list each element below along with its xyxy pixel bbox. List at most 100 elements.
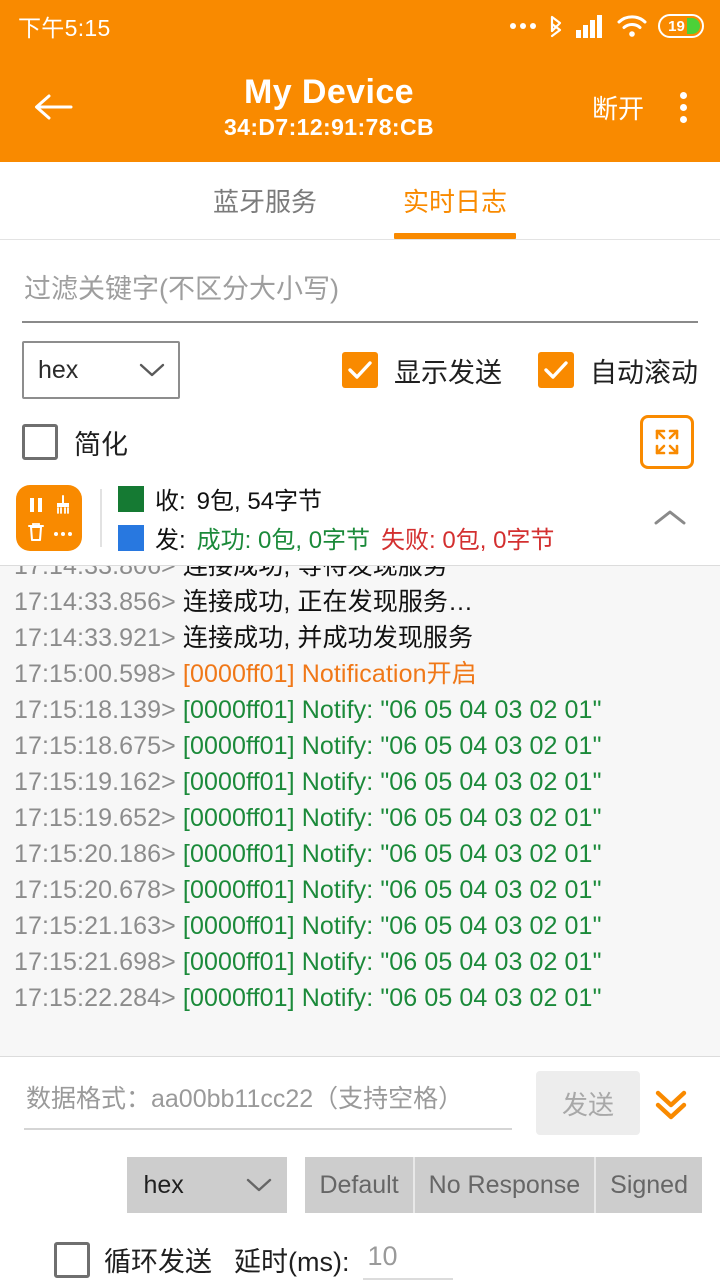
log-line: 17:15:20.186> [0000ff01] Notify: "06 05 … (14, 836, 720, 872)
tab-realtime-log[interactable]: 实时日志 (360, 162, 550, 239)
log-message: [0000ff01] Notify: "06 05 04 03 02 01" (176, 912, 602, 940)
log-message: [0000ff01] Notify: "06 05 04 03 02 01" (176, 732, 602, 760)
chevron-down-icon (245, 1176, 273, 1194)
disconnect-button[interactable]: 断开 (592, 89, 644, 126)
overflow-menu-button[interactable] (668, 84, 698, 130)
log-timestamp: 17:15:21.698> (14, 948, 176, 976)
log-timestamp: 17:15:20.678> (14, 876, 176, 904)
loop-send-checkbox[interactable] (54, 1242, 90, 1278)
send-button[interactable]: 发送 (536, 1071, 640, 1135)
log-message: [0000ff01] Notify: "06 05 04 03 02 01" (176, 840, 602, 868)
loop-send-label: 循环发送 (104, 1240, 212, 1279)
chevron-up-icon (650, 506, 690, 530)
delay-input[interactable] (363, 1239, 453, 1280)
write-type-default[interactable]: Default (305, 1157, 414, 1213)
fullscreen-expand-icon (650, 425, 684, 459)
write-type-segmented-control: Default No Response Signed (305, 1157, 702, 1213)
send-section: 发送 hex Default No Response Signed (0, 1056, 720, 1280)
fullscreen-button[interactable] (640, 415, 694, 469)
checkbox-checked-icon (538, 352, 574, 388)
checkbox-unchecked-icon (22, 424, 58, 460)
write-format-select[interactable]: hex (127, 1157, 287, 1213)
log-message: [0000ff01] Notification开启 (176, 660, 477, 688)
send-data-input[interactable] (24, 1077, 512, 1130)
log-message: [0000ff01] Notify: "06 05 04 03 02 01" (176, 876, 602, 904)
write-type-no-response[interactable]: No Response (415, 1157, 596, 1213)
log-line: 17:15:21.698> [0000ff01] Notify: "06 05 … (14, 944, 720, 980)
tab-bluetooth-services[interactable]: 蓝牙服务 (170, 162, 360, 239)
write-type-signed[interactable]: Signed (596, 1157, 702, 1213)
tx-fail-value: 失败: 0包, 0字节 (381, 520, 554, 555)
rx-value: 9包, 54字节 (197, 481, 322, 516)
trash-icon (25, 521, 47, 543)
log-line: 17:14:33.856> 连接成功, 正在发现服务… (14, 584, 720, 620)
auto-scroll-label: 自动滚动 (590, 351, 698, 390)
expand-send-options-button[interactable] (640, 1081, 702, 1125)
log-format-select[interactable]: hex (22, 341, 180, 399)
controls-row-2: 简化 (0, 399, 720, 469)
log-line: 17:15:00.598> [0000ff01] Notification开启 (14, 656, 720, 692)
stats-collapse-button[interactable] (642, 506, 698, 530)
battery-level: 19 (668, 18, 685, 35)
log-message: [0000ff01] Notify: "06 05 04 03 02 01" (176, 696, 602, 724)
more-dots-icon (510, 23, 536, 29)
log-timestamp: 17:15:21.163> (14, 912, 176, 940)
filter-input[interactable] (22, 268, 698, 323)
log-line-clipped: 17:14:33.806> 连接成功, 等待发现服务 (14, 565, 720, 584)
log-line: 17:15:18.675> [0000ff01] Notify: "06 05 … (14, 728, 720, 764)
controls-row-1: hex 显示发送 自动滚动 (0, 323, 720, 399)
filter-section (0, 240, 720, 323)
simplify-checkbox[interactable]: 简化 (22, 423, 128, 462)
log-message: [0000ff01] Notify: "06 05 04 03 02 01" (176, 948, 602, 976)
wifi-icon (617, 14, 647, 38)
log-timestamp: 17:15:19.652> (14, 804, 176, 832)
log-line: 17:14:33.921> 连接成功, 并成功发现服务 (14, 620, 720, 656)
tx-color-swatch (118, 525, 144, 551)
stats-bar: 收: 9包, 54字节 发: 成功: 0包, 0字节 失败: 0包, 0字节 (0, 469, 720, 565)
log-timestamp: 17:15:00.598> (14, 660, 176, 688)
log-message: [0000ff01] Notify: "06 05 04 03 02 01" (176, 984, 602, 1012)
broom-icon (52, 494, 74, 516)
rx-color-swatch (118, 486, 144, 512)
log-timestamp: 17:14:33.921> (14, 624, 176, 652)
rx-label: 收: (155, 481, 186, 516)
tab-bar: 蓝牙服务 实时日志 (0, 162, 720, 240)
log-line: 17:15:21.163> [0000ff01] Notify: "06 05 … (14, 908, 720, 944)
log-line: 17:15:22.284> [0000ff01] Notify: "06 05 … (14, 980, 720, 1016)
pause-icon (25, 494, 47, 516)
signal-icon (576, 14, 606, 38)
log-line: 17:15:20.678> [0000ff01] Notify: "06 05 … (14, 872, 720, 908)
status-clock: 下午5:15 (18, 9, 111, 43)
delay-label: 延时(ms): (234, 1240, 349, 1279)
battery-icon: 19 (658, 14, 704, 38)
log-timestamp: 17:15:22.284> (14, 984, 176, 1012)
log-actions-button[interactable] (16, 485, 82, 551)
log-line: 17:15:18.139> [0000ff01] Notify: "06 05 … (14, 692, 720, 728)
loop-send-row: 循环发送 延时(ms): (24, 1213, 702, 1280)
show-send-label: 显示发送 (394, 351, 502, 390)
log-output[interactable]: 17:14:33.806> 连接成功, 等待发现服务17:14:33.856> … (0, 565, 720, 1056)
show-send-checkbox[interactable]: 显示发送 (342, 351, 502, 390)
app-screen: 下午5:15 19 (0, 0, 720, 1280)
stats-text: 收: 9包, 54字节 发: 成功: 0包, 0字节 失败: 0包, 0字节 (118, 481, 642, 555)
auto-scroll-checkbox[interactable]: 自动滚动 (538, 351, 698, 390)
log-timestamp: 17:15:20.186> (14, 840, 176, 868)
log-message: 连接成功, 并成功发现服务 (176, 624, 473, 652)
log-timestamp: 17:14:33.856> (14, 588, 176, 616)
app-bar: My Device 34:D7:12:91:78:CB 断开 (0, 52, 720, 162)
write-options-row: hex Default No Response Signed (24, 1135, 702, 1213)
status-bar: 下午5:15 19 (0, 0, 720, 52)
send-row: 发送 (24, 1071, 702, 1135)
log-timestamp: 17:15:18.139> (14, 696, 176, 724)
log-line: 17:15:19.652> [0000ff01] Notify: "06 05 … (14, 800, 720, 836)
log-message: [0000ff01] Notify: "06 05 04 03 02 01" (176, 804, 602, 832)
page-title: My Device (244, 72, 414, 112)
log-line: 17:15:19.162> [0000ff01] Notify: "06 05 … (14, 764, 720, 800)
checkbox-checked-icon (342, 352, 378, 388)
title-block: My Device 34:D7:12:91:78:CB (66, 72, 592, 142)
tx-success-value: 成功: 0包, 0字节 (197, 520, 370, 555)
log-message: [0000ff01] Notify: "06 05 04 03 02 01" (176, 768, 602, 796)
stats-rx-line: 收: 9包, 54字节 (118, 481, 642, 516)
write-format-value: hex (143, 1171, 183, 1200)
device-mac-address: 34:D7:12:91:78:CB (224, 112, 434, 142)
